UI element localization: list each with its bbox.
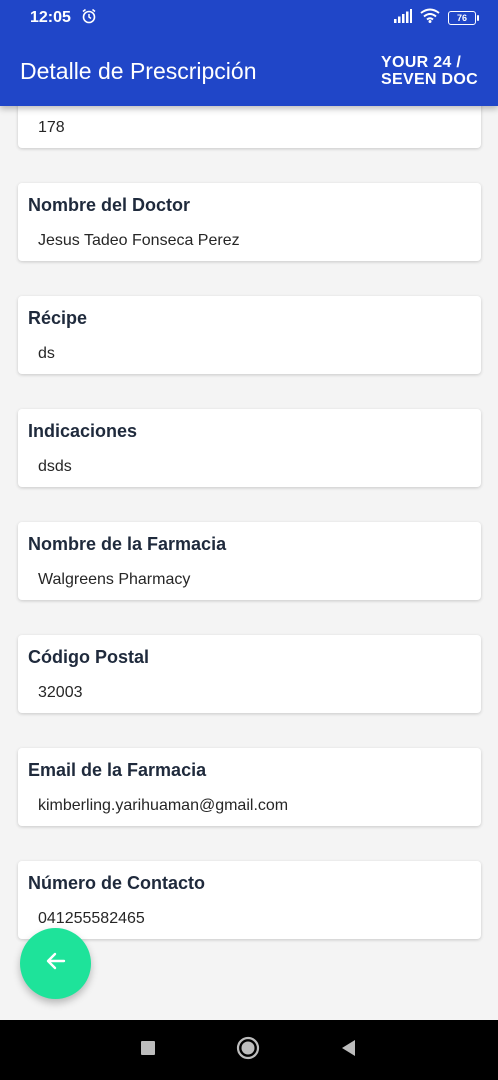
app-bar: Detalle de Prescripción YOUR 24 / SEVEN … [0, 36, 498, 106]
battery-level: 76 [456, 13, 467, 23]
logo-line-1: YOUR 24 / [381, 54, 462, 71]
field-card-pharmacy-name: Nombre de la Farmacia Walgreens Pharmacy [18, 522, 481, 600]
battery-icon: 76 [448, 11, 479, 25]
page-title: Detalle de Prescripción [20, 57, 257, 84]
status-time: 12:05 [30, 9, 71, 26]
field-card-pharmacy-email: Email de la Farmacia kimberling.yarihuam… [18, 748, 481, 826]
field-value-doctor: Jesus Tadeo Fonseca Perez [38, 232, 240, 249]
status-right: 76 [394, 8, 479, 28]
field-card-postal-code: Código Postal 32003 [18, 635, 481, 713]
status-bar: 12:05 76 [0, 0, 498, 36]
alarm-icon [81, 8, 97, 29]
field-card-recipe: Récipe ds [18, 296, 481, 374]
field-label-pharmacy-name: Nombre de la Farmacia [28, 534, 227, 554]
system-nav-bar [0, 1020, 498, 1080]
field-value-id: 178 [38, 119, 65, 136]
signal-icon [394, 8, 412, 28]
field-value-indications: dsds [38, 458, 72, 475]
field-label-pharmacy-email: Email de la Farmacia [28, 760, 207, 780]
field-value-pharmacy-name: Walgreens Pharmacy [38, 571, 191, 588]
wifi-icon [420, 8, 440, 28]
field-label-indications: Indicaciones [28, 421, 138, 441]
field-value-postal-code: 32003 [38, 684, 83, 701]
prescription-details[interactable]: 178 Nombre del Doctor Jesus Tadeo Fonsec… [0, 106, 498, 1020]
field-label-postal-code: Código Postal [28, 647, 149, 667]
field-card-id: 178 [18, 106, 481, 148]
field-card-contact-number: Número de Contacto 041255582465 [18, 861, 481, 939]
arrow-left-icon [44, 949, 68, 978]
field-value-contact-number: 041255582465 [38, 910, 145, 927]
home-button[interactable] [236, 1036, 260, 1065]
app-logo: YOUR 24 / SEVEN DOC [381, 54, 478, 88]
field-value-recipe: ds [38, 345, 55, 362]
field-card-indications: Indicaciones dsds [18, 409, 481, 487]
back-nav-button[interactable] [340, 1039, 358, 1062]
field-card-doctor: Nombre del Doctor Jesus Tadeo Fonseca Pe… [18, 183, 481, 261]
logo-line-2: SEVEN DOC [381, 71, 478, 88]
field-label-recipe: Récipe [28, 308, 88, 328]
status-left: 12:05 [30, 8, 97, 29]
field-label-contact-number: Número de Contacto [28, 873, 206, 893]
recents-button[interactable] [140, 1040, 156, 1061]
field-label-doctor: Nombre del Doctor [28, 195, 191, 215]
back-button[interactable] [20, 928, 91, 999]
field-value-pharmacy-email: kimberling.yarihuaman@gmail.com [38, 797, 289, 814]
